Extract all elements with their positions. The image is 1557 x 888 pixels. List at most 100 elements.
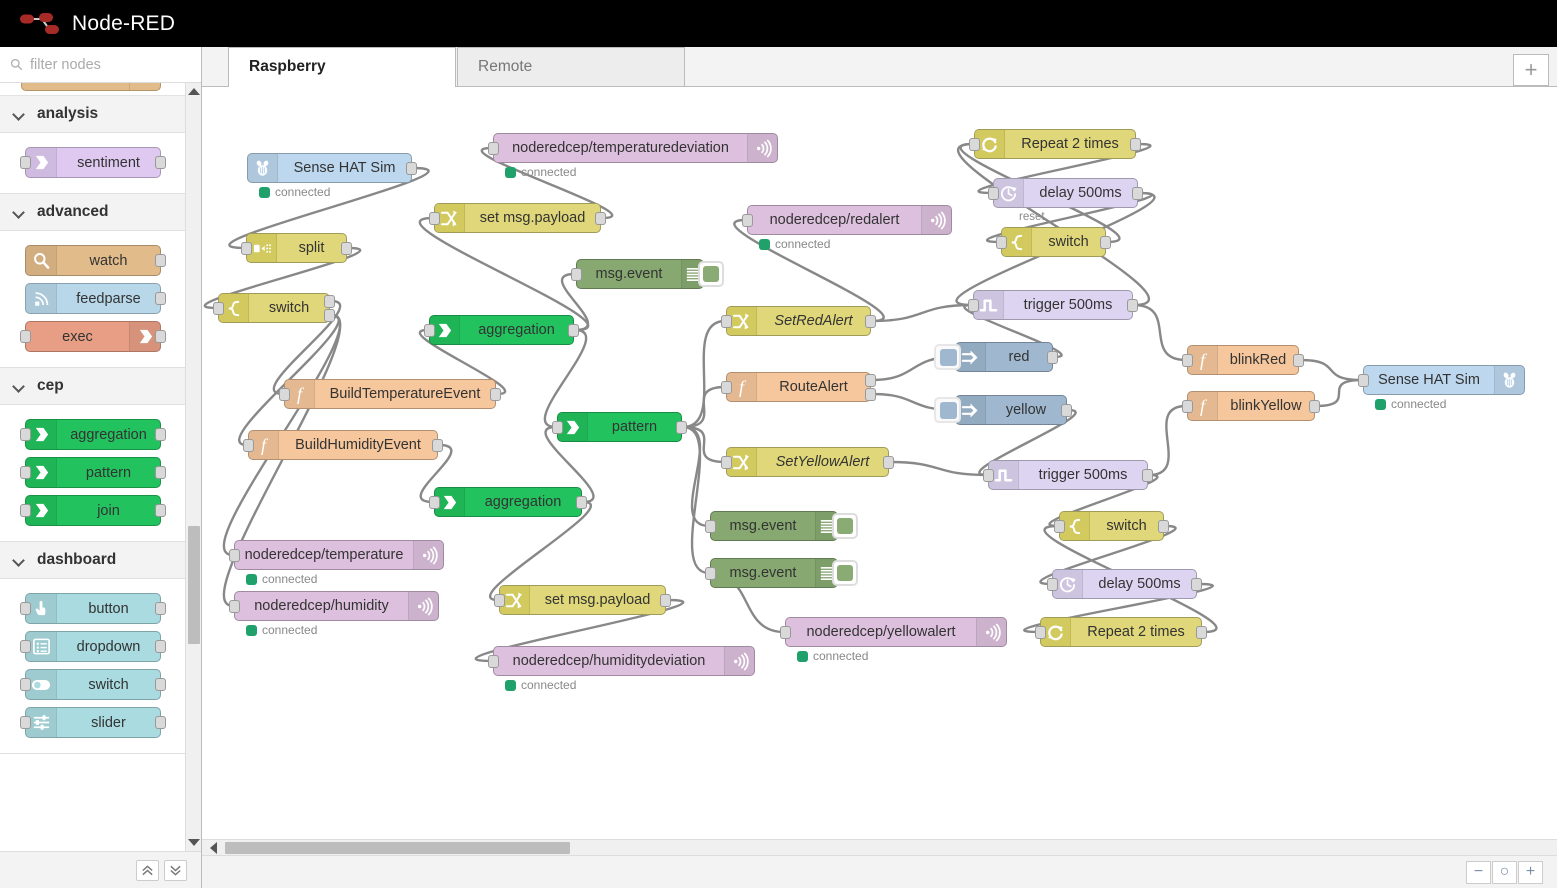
zoom-reset-button[interactable]: ○ [1492,860,1517,884]
palette-node-output-port[interactable] [155,428,166,441]
node-input-port[interactable] [705,567,716,580]
node-output-port[interactable] [1309,400,1320,413]
canvas-horizontal-scrollbar[interactable] [202,839,1557,855]
node-input-port[interactable] [969,138,980,151]
node-input-port[interactable] [1182,354,1193,367]
flow-node-trigger2[interactable]: trigger 500ms [983,460,1153,490]
palette-search[interactable]: filter nodes [0,47,201,83]
palette-node-input-port[interactable] [20,640,31,653]
palette-node-exec[interactable]: exec [20,321,166,352]
palette-node-watch[interactable]: watch [25,245,166,276]
flow-node-setpayload1[interactable]: set msg.payload [429,203,606,233]
palette-category-dashboard[interactable]: dashboard [0,542,186,579]
node-input-port[interactable] [552,421,563,434]
node-output-port[interactable] [1061,404,1072,417]
palette-node-output-port[interactable] [155,466,166,479]
flow-node-setyellow[interactable]: SetYellowAlert [721,447,894,477]
expand-all-icon[interactable] [164,859,187,881]
node-input-port[interactable] [571,268,582,281]
flow-node-setredalert[interactable]: SetRedAlert [721,306,876,336]
node-input-port[interactable] [721,381,732,394]
palette-node-input-port[interactable] [20,602,31,615]
palette-category-advanced[interactable]: advanced [0,194,186,231]
node-input-port[interactable] [243,439,254,452]
flow-node-switch1[interactable]: switch [213,293,335,323]
palette-node-input-port[interactable] [20,156,31,169]
inject-trigger-button[interactable] [934,397,961,423]
flow-node-mqtt-redalert[interactable]: noderedcep/redalert [742,205,952,235]
flow-node-dbg2[interactable]: msg.event [705,511,858,541]
zoom-out-button[interactable]: − [1466,860,1491,884]
palette-node-input-port[interactable] [20,330,31,343]
node-input-port[interactable] [721,315,732,328]
node-output-port[interactable] [660,594,671,607]
palette-node-output-port[interactable] [155,716,166,729]
palette-node-pattern[interactable]: pattern [20,457,166,488]
add-flow-tab-button[interactable]: + [1513,54,1549,86]
palette-node-sentiment[interactable]: sentiment [20,147,166,178]
flow-node-buildhum[interactable]: f BuildHumidityEvent [243,430,443,460]
node-input-port[interactable] [241,242,252,255]
palette-node-input-port[interactable] [20,716,31,729]
node-input-port[interactable] [494,594,505,607]
flow-node-switch2[interactable]: switch [996,227,1111,257]
flow-node-delay1[interactable]: delay 500ms [988,178,1143,208]
flow-node-blinkred[interactable]: f blinkRed [1182,345,1304,375]
collapse-all-icon[interactable] [136,859,159,881]
flow-node-agg2[interactable]: aggregation [429,487,587,517]
node-input-port[interactable] [983,469,994,482]
node-input-port[interactable] [1047,578,1058,591]
flow-node-pattern1[interactable]: pattern [552,412,687,442]
node-output-port[interactable] [1130,138,1141,151]
node-input-port[interactable] [1054,520,1065,533]
node-output-port[interactable] [1158,520,1169,533]
flow-node-agg1[interactable]: aggregation [424,315,579,345]
flow-canvas[interactable]: Sense HAT Sim connected noderedcep/tempera… [202,87,1557,839]
flow-node-buildtemp[interactable]: f BuildTemperatureEvent [279,379,501,409]
node-output-port[interactable] [865,374,876,387]
flow-tab-raspberry[interactable]: Raspberry [228,47,456,87]
node-output-port[interactable] [324,295,335,308]
node-output-port[interactable] [1100,236,1111,249]
node-input-port[interactable] [1182,400,1193,413]
palette-node-aggregation[interactable]: aggregation [20,419,166,450]
palette-node-button[interactable]: button [20,593,166,624]
node-input-port[interactable] [742,214,753,227]
palette-node-output-port[interactable] [155,254,166,267]
node-output-port[interactable] [865,388,876,401]
node-output-port[interactable] [1127,299,1138,312]
palette-scroll-up-icon[interactable] [186,83,202,100]
palette-node-output-port[interactable] [155,330,166,343]
flow-node-mqtt-temp[interactable]: noderedcep/temperature [229,540,444,570]
flow-node-delay2[interactable]: delay 500ms [1047,569,1202,599]
debug-toggle-button[interactable] [832,560,858,586]
palette-node-input-port[interactable] [20,504,31,517]
palette-scroll-thumb[interactable] [188,526,200,644]
debug-toggle-button[interactable] [698,261,724,287]
node-output-port[interactable] [324,309,335,322]
node-input-port[interactable] [229,600,240,613]
node-output-port[interactable] [865,315,876,328]
node-output-port[interactable] [1047,351,1058,364]
debug-toggle-button[interactable] [832,513,858,539]
flow-node-split[interactable]: split [241,233,352,263]
flow-node-yellow[interactable]: yellow [934,395,1072,425]
node-output-port[interactable] [1196,626,1207,639]
node-input-port[interactable] [1358,374,1369,387]
flow-node-mqtt-tempdev[interactable]: noderedcep/temperaturedeviation [488,133,778,163]
hscroll-thumb[interactable] [225,842,570,854]
palette-category-analysis[interactable]: analysis [0,96,186,133]
palette-node-output-port[interactable] [155,292,166,305]
palette-node-join[interactable]: join [20,495,166,526]
palette-node-input-port[interactable] [20,466,31,479]
flow-node-mqtt-yellow[interactable]: noderedcep/yellowalert [780,617,1007,647]
node-input-port[interactable] [780,626,791,639]
node-input-port[interactable] [213,302,224,315]
flow-node-dbg1[interactable]: msg.event [571,259,724,289]
flow-node-trigger1[interactable]: trigger 500ms [968,290,1138,320]
node-input-port[interactable] [1035,626,1046,639]
node-input-port[interactable] [488,655,499,668]
node-input-port[interactable] [968,299,979,312]
node-input-port[interactable] [424,324,435,337]
flow-node-switch3[interactable]: switch [1054,511,1169,541]
